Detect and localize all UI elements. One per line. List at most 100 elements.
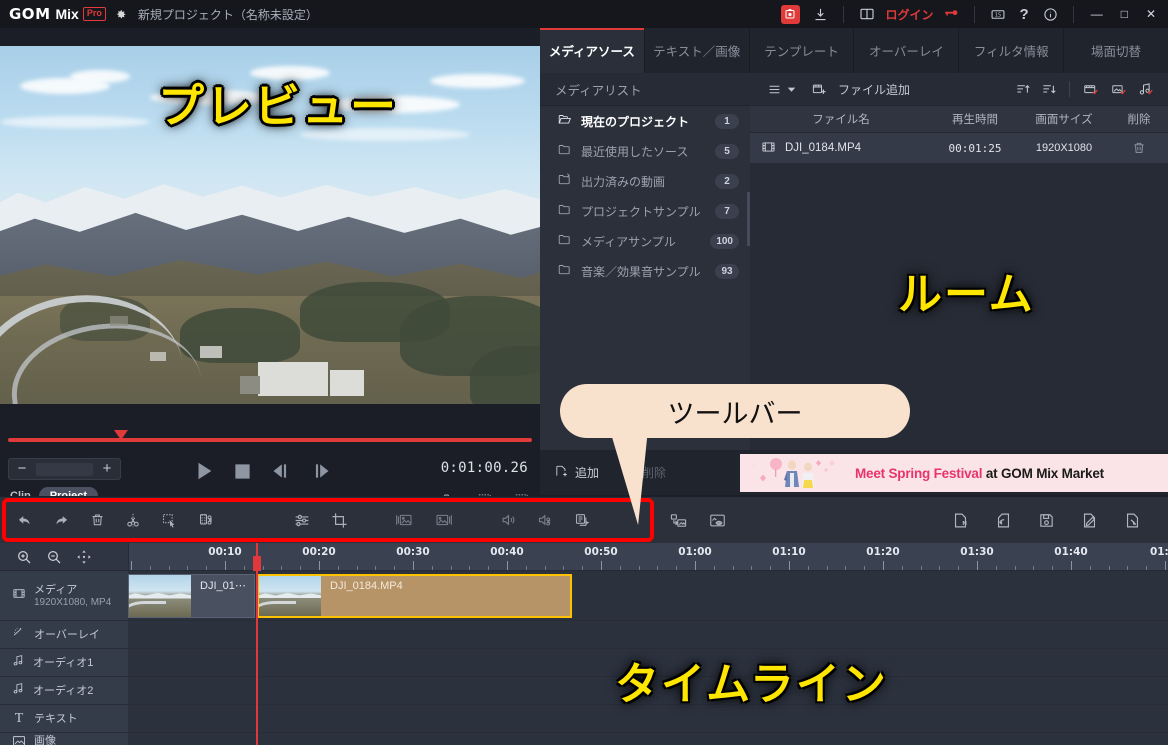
zoom-out-icon[interactable] [42,549,66,565]
file-row-name-cell[interactable]: DJI_0184.MP4 [750,140,932,157]
sort-desc-icon[interactable] [1036,82,1062,97]
ruler-tick-label: 00:40 [490,546,524,558]
project-actions: N [939,512,1168,529]
adjust-icon[interactable] [283,512,321,529]
track-body-image[interactable] [128,733,1168,745]
add-to-timeline-button[interactable]: 追加 [554,464,599,481]
save-icon[interactable] [1025,512,1068,529]
gear-icon[interactable] [114,8,127,21]
login-button[interactable]: ログイン [882,6,936,23]
hamburger-menu-icon[interactable] [762,83,787,96]
seekbar-track[interactable] [8,438,532,442]
column-header-resolution[interactable]: 画面サイズ [1018,111,1110,127]
sidebar-item-current-project[interactable]: 現在のプロジェクト 1 [540,106,750,136]
volume-icon[interactable] [490,512,527,528]
table-row[interactable]: DJI_0184.MP4 00:01:25 1920X1080 [750,133,1168,163]
zoom-out-button[interactable]: − [9,459,35,479]
ad-banner[interactable]: Meet Spring Festival at GOM Mix Market [740,454,1168,492]
record-icon[interactable] [780,4,800,24]
timeline-playhead[interactable] [256,543,258,745]
tab-overlay[interactable]: オーバーレイ [854,28,960,73]
track-name: テキスト [34,712,78,725]
add-label: 追加 [575,466,600,480]
track-body-media[interactable]: DJI_01⋯ DJI_0184.MP4 [128,571,1168,620]
prev-frame-button[interactable] [270,461,292,486]
zoom-in-button[interactable]: + [94,459,120,479]
timeline-ruler[interactable]: 00:10 00:20 00:30 00:40 00:50 01:00 01:1… [128,543,1168,571]
tab-scene-transition[interactable]: 場面切替 [1064,28,1168,73]
tab-text-image[interactable]: テキスト／画像 [645,28,750,73]
seekbar-playhead[interactable] [114,430,128,440]
ruler-tick-label: 01:5 [1149,546,1168,558]
key-icon[interactable] [936,6,966,22]
sidebar-item-project-samples[interactable]: プロジェクトサンプル 7 [540,196,750,226]
play-button[interactable] [193,459,215,488]
track-header-text[interactable]: T テキスト [0,705,128,732]
next-frame-button[interactable] [310,461,332,486]
filter-image-icon[interactable] [1105,82,1133,97]
ruler-minor-tick [845,566,847,570]
zoom-slider-track[interactable] [36,462,93,476]
filter-audio-icon[interactable] [1133,82,1156,97]
track-header-overlay[interactable]: オーバーレイ [0,621,128,648]
sidebar-item-music-sfx-samples[interactable]: 音楽／効果音サンプル 93 [540,256,750,286]
fade-in-icon[interactable] [384,512,424,528]
tab-template[interactable]: テンプレート [750,28,855,73]
sidebar-item-recent-sources[interactable]: 最近使用したソース 5 [540,136,750,166]
revert-icon[interactable] [982,512,1025,529]
book-icon[interactable] [852,6,882,22]
coupon-icon[interactable]: 15 [983,7,1013,22]
ruler-minor-tick [450,566,452,570]
add-file-icon[interactable] [806,82,832,97]
add-icon [554,464,569,481]
preview-seekbar[interactable] [0,408,540,442]
ruler-major-tick [695,561,696,570]
zoom-in-icon[interactable] [12,549,36,565]
close-button[interactable]: ✕ [1137,7,1168,21]
trash-icon[interactable] [1110,141,1168,155]
info-icon[interactable] [1036,7,1065,22]
help-icon[interactable]: ? [1013,6,1036,23]
mute-icon[interactable] [527,512,564,528]
fade-out-icon[interactable] [424,512,464,528]
ruler-minor-tick [375,566,377,570]
filter-video-icon[interactable] [1077,82,1105,97]
timeline-playhead-handle[interactable] [253,556,261,571]
select-area-icon[interactable] [151,512,188,528]
split-clip-icon[interactable] [188,512,225,528]
new-project-icon[interactable]: N [939,512,982,529]
undo-icon[interactable] [0,513,43,528]
preview-eye-icon[interactable] [698,512,737,529]
stop-button[interactable] [233,462,252,486]
minimize-button[interactable]: — [1082,7,1112,21]
crop-icon[interactable] [321,512,358,529]
sort-asc-icon[interactable] [1010,82,1036,97]
preview-zoom-slider[interactable]: − + [8,458,121,480]
track-header-media[interactable]: メディア 1920X1080, MP4 [0,571,128,620]
maximize-button[interactable]: □ [1112,7,1137,21]
sidebar-item-exported-videos[interactable]: 出力済みの動画 2 [540,166,750,196]
tab-filter-info[interactable]: フィルタ情報 [959,28,1065,73]
column-header-duration[interactable]: 再生時間 [932,111,1018,127]
track-header-image[interactable]: 画像 [0,733,128,745]
add-file-label[interactable]: ファイル追加 [838,81,910,98]
track-body-overlay[interactable] [128,621,1168,648]
tab-media-source[interactable]: メディアソース [540,28,645,73]
download-icon[interactable] [806,7,835,22]
fit-icon[interactable] [72,549,96,565]
sidebar-item-media-samples[interactable]: メディアサンプル 100 [540,226,750,256]
ruler-minor-tick [300,566,302,570]
edit-project-icon[interactable] [1068,512,1111,529]
timeline-clip-1[interactable]: DJI_01⋯ [128,574,255,618]
track-header-audio2[interactable]: オーディオ2 [0,677,128,704]
room-annotation-label: ルーム [898,269,1035,320]
cut-icon[interactable] [115,512,151,529]
export-icon[interactable] [1111,512,1154,529]
delete-icon[interactable] [80,512,115,528]
duplicate-icon[interactable] [564,512,601,528]
redo-icon[interactable] [43,513,80,528]
track-header-audio1[interactable]: オーディオ1 [0,649,128,676]
timeline-clip-2[interactable]: DJI_0184.MP4 [257,574,572,618]
column-header-filename[interactable]: ファイル名 [750,111,932,127]
chevron-down-icon[interactable] [787,85,801,94]
